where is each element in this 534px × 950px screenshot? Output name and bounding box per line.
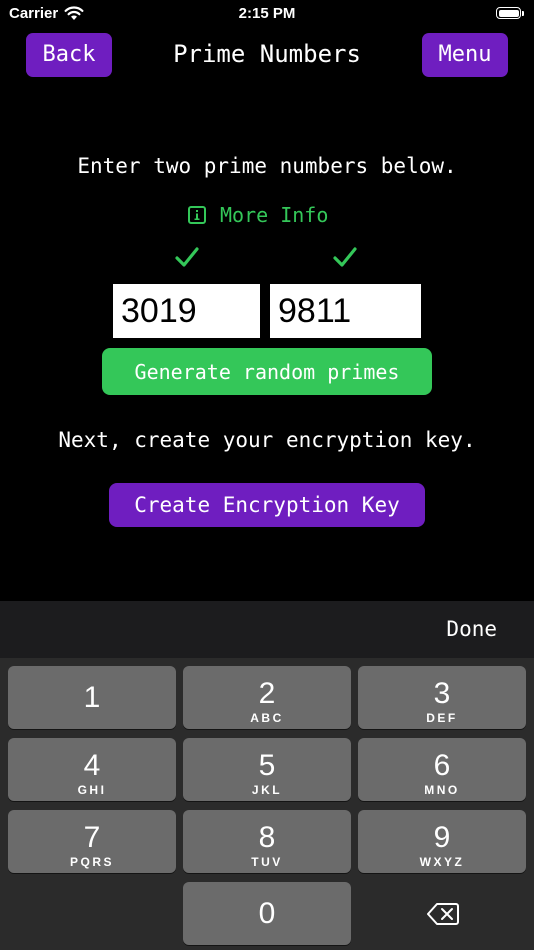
key-letters: TUV: [251, 855, 283, 869]
key-4[interactable]: 4 GHI: [8, 738, 176, 801]
keyboard-toolbar: Done: [0, 601, 534, 658]
done-button[interactable]: Done: [446, 617, 497, 641]
info-icon: [188, 206, 206, 224]
key-number: 6: [433, 749, 451, 782]
key-6[interactable]: 6 MNO: [358, 738, 526, 801]
prime-a-input[interactable]: [113, 284, 260, 338]
key-7[interactable]: 7 PQRS: [8, 810, 176, 873]
prime-b-valid-checkmark-icon: [333, 247, 357, 267]
number-keypad: 1 2 ABC 3 DEF 4 GHI 5 JKL 6 MNO 7 PQRS 8…: [0, 658, 534, 950]
delete-key[interactable]: [358, 882, 526, 945]
prime-b-input[interactable]: [270, 284, 421, 338]
key-letters: GHI: [77, 783, 107, 797]
key-letters: JKL: [251, 783, 283, 797]
key-letters: MNO: [424, 783, 460, 797]
key-5[interactable]: 5 JKL: [183, 738, 351, 801]
key-0[interactable]: 0: [183, 882, 351, 945]
backspace-icon: [427, 903, 459, 925]
key-number: 1: [83, 681, 101, 714]
key-number: 0: [258, 897, 276, 930]
key-number: 7: [83, 821, 101, 854]
battery-icon: [496, 7, 521, 19]
key-letters: DEF: [426, 711, 458, 725]
key-number: 2: [258, 677, 276, 710]
prime-a-valid-checkmark-icon: [175, 247, 199, 267]
key-number: 3: [433, 677, 451, 710]
key-number: 9: [433, 821, 451, 854]
status-bar: Carrier 2:15 PM: [0, 0, 534, 28]
key-3[interactable]: 3 DEF: [358, 666, 526, 729]
key-number: 5: [258, 749, 276, 782]
key-2[interactable]: 2 ABC: [183, 666, 351, 729]
more-info-link[interactable]: More Info: [188, 201, 328, 229]
key-9[interactable]: 9 WXYZ: [358, 810, 526, 873]
clock: 2:15 PM: [238, 5, 296, 22]
generate-random-primes-button[interactable]: Generate random primes: [102, 348, 432, 395]
key-letters: PQRS: [69, 855, 114, 869]
create-encryption-key-button[interactable]: Create Encryption Key: [109, 483, 425, 527]
battery-cap: [522, 11, 524, 16]
key-8[interactable]: 8 TUV: [183, 810, 351, 873]
key-number: 8: [258, 821, 276, 854]
key-instruction: Next, create your encryption key.: [58, 428, 476, 452]
prime-instruction: Enter two prime numbers below.: [77, 154, 457, 178]
key-letters: ABC: [250, 711, 284, 725]
more-info-label: More Info: [220, 203, 329, 227]
menu-button[interactable]: Menu: [422, 33, 508, 77]
key-letters: WXYZ: [419, 855, 465, 869]
key-number: 4: [83, 749, 101, 782]
key-1[interactable]: 1: [8, 666, 176, 729]
